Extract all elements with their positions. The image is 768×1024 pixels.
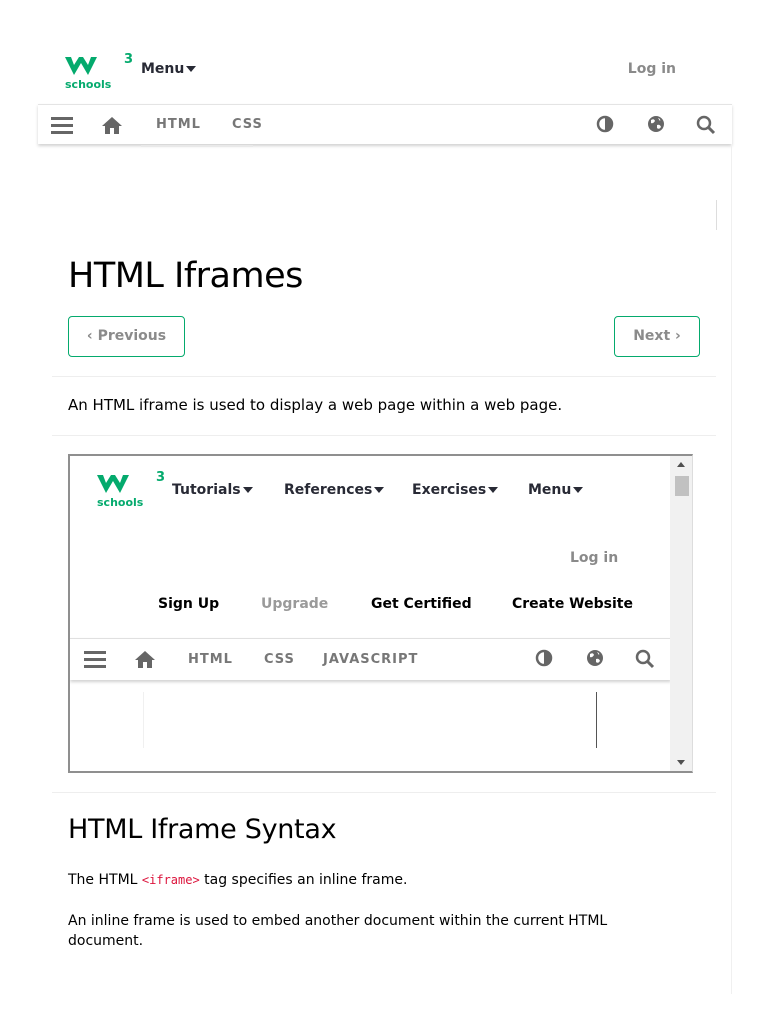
caret-down-icon bbox=[186, 66, 197, 72]
search-icon[interactable] bbox=[695, 115, 717, 135]
next-button[interactable]: Next › bbox=[614, 316, 700, 357]
top-bar: 3 schools Menu Log in bbox=[38, 28, 732, 104]
login-link[interactable]: Log in bbox=[570, 550, 618, 566]
page-edge bbox=[731, 144, 732, 994]
logo-superscript: 3 bbox=[156, 470, 166, 485]
iframe-nav-bar: HTML CSS JAVASCRIPT bbox=[70, 638, 671, 680]
menu-label: Tutorials bbox=[172, 482, 241, 498]
scrollbar-thumb[interactable] bbox=[675, 476, 689, 496]
menu-label: References bbox=[284, 482, 373, 498]
divider bbox=[52, 376, 716, 377]
create-website-link[interactable]: Create Website bbox=[512, 596, 633, 612]
menu-button[interactable]: Menu bbox=[528, 482, 584, 498]
home-icon[interactable] bbox=[134, 649, 156, 669]
menu-button[interactable]: Menu bbox=[141, 61, 197, 77]
menu-label: Exercises bbox=[412, 482, 487, 498]
scroll-up-icon[interactable] bbox=[677, 462, 685, 467]
exercises-menu[interactable]: Exercises bbox=[412, 482, 499, 498]
w3-logo-icon bbox=[97, 475, 129, 493]
caret-down-icon bbox=[488, 487, 499, 493]
nav-item-html[interactable]: HTML bbox=[156, 105, 201, 145]
section-title: HTML Iframe Syntax bbox=[68, 814, 337, 845]
w3-logo-icon bbox=[65, 57, 97, 75]
divider bbox=[52, 435, 716, 436]
globe-icon[interactable] bbox=[584, 649, 606, 669]
inline-frame-paragraph: An inline frame is used to embed another… bbox=[68, 913, 608, 949]
syntax-paragraph: The HTML <iframe> tag specifies an inlin… bbox=[68, 872, 407, 888]
sign-up-link[interactable]: Sign Up bbox=[158, 596, 219, 612]
logo-text: schools bbox=[97, 496, 144, 509]
scroll-down-icon[interactable] bbox=[677, 760, 685, 765]
menu-icon[interactable] bbox=[51, 115, 73, 135]
upgrade-link[interactable]: Upgrade bbox=[261, 596, 328, 612]
globe-icon[interactable] bbox=[645, 115, 667, 135]
iframe-tag-code: <iframe> bbox=[141, 873, 200, 887]
search-icon[interactable] bbox=[634, 649, 656, 669]
nav-underline bbox=[141, 145, 253, 147]
text: The HTML bbox=[68, 872, 142, 888]
previous-button[interactable]: ‹ Previous bbox=[68, 316, 185, 357]
contrast-icon[interactable] bbox=[594, 115, 616, 135]
divider bbox=[716, 200, 717, 230]
divider bbox=[143, 692, 144, 748]
home-icon[interactable] bbox=[101, 115, 123, 135]
text-cursor bbox=[596, 692, 597, 748]
text: tag specifies an inline frame. bbox=[199, 872, 408, 888]
logo-superscript: 3 bbox=[124, 52, 134, 67]
caret-down-icon bbox=[374, 487, 385, 493]
login-link[interactable]: Log in bbox=[628, 61, 676, 77]
logo-text: schools bbox=[65, 78, 112, 91]
menu-icon[interactable] bbox=[84, 649, 106, 669]
get-certified-link[interactable]: Get Certified bbox=[371, 596, 472, 612]
w3schools-logo[interactable]: 3 schools bbox=[64, 52, 133, 92]
nav-item-css[interactable]: CSS bbox=[264, 639, 295, 681]
nav-bar: HTML CSS bbox=[38, 104, 732, 147]
page-title: HTML Iframes bbox=[68, 256, 303, 296]
nav-item-css[interactable]: CSS bbox=[232, 105, 263, 145]
nav-item-javascript[interactable]: JAVASCRIPT bbox=[323, 639, 418, 681]
intro-text: An HTML iframe is used to display a web … bbox=[68, 396, 563, 414]
iframe-content: 3 schools Tutorials References Exercises… bbox=[70, 456, 671, 771]
references-menu[interactable]: References bbox=[284, 482, 385, 498]
menu-label: Menu bbox=[528, 482, 572, 498]
caret-down-icon bbox=[242, 487, 253, 493]
w3schools-logo[interactable]: 3 schools bbox=[96, 470, 165, 510]
nav-item-html[interactable]: HTML bbox=[188, 639, 233, 681]
divider bbox=[52, 792, 716, 793]
tutorials-menu[interactable]: Tutorials bbox=[172, 482, 253, 498]
menu-label: Menu bbox=[141, 61, 185, 77]
iframe-example[interactable]: 3 schools Tutorials References Exercises… bbox=[68, 454, 693, 773]
caret-down-icon bbox=[573, 487, 584, 493]
iframe-scrollbar[interactable] bbox=[670, 456, 692, 771]
contrast-icon[interactable] bbox=[533, 649, 555, 669]
